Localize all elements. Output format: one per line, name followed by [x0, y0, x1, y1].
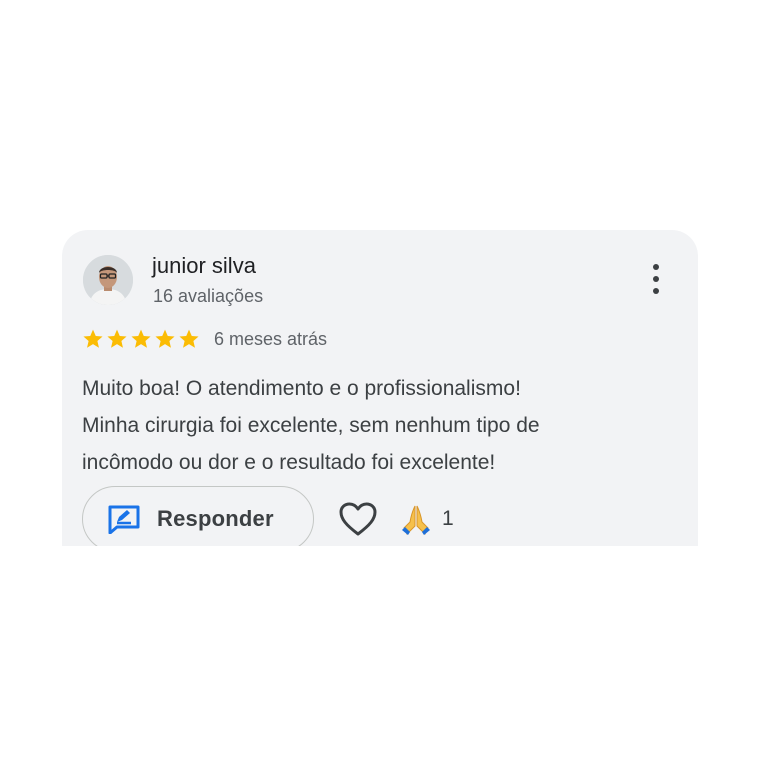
- folded-hands-icon: [402, 505, 430, 535]
- reply-icon: [108, 505, 140, 534]
- author-review-count: 16 avaliações: [153, 286, 264, 306]
- star-icon: [179, 329, 199, 348]
- reaction-button[interactable]: 1: [398, 502, 454, 536]
- star-icon: [131, 329, 151, 348]
- star-icon: [107, 329, 127, 348]
- review-time: 6 meses atrás: [214, 328, 328, 349]
- rating-row: 6 meses atrás: [82, 328, 327, 350]
- author-name[interactable]: junior silva: [152, 253, 256, 279]
- star-rating: [82, 328, 200, 350]
- more-options-button[interactable]: [646, 262, 666, 296]
- review-text-line: Minha cirurgia foi excelente, sem nenhum…: [82, 414, 540, 437]
- avatar[interactable]: [83, 255, 133, 305]
- reply-button[interactable]: Responder: [82, 486, 314, 546]
- review-card: junior silva 16 avaliações 6 meses atrás…: [62, 230, 698, 546]
- review-text-line: incômodo ou dor e o resultado foi excele…: [82, 451, 496, 474]
- user-photo-icon: [83, 255, 133, 305]
- heart-outline-icon[interactable]: [338, 501, 378, 537]
- reaction-count: 1: [442, 507, 454, 530]
- review-text-line: Muito boa! O atendimento e o profissiona…: [82, 377, 521, 400]
- more-vert-icon: [653, 264, 659, 270]
- star-icon: [155, 329, 175, 348]
- review-text: Muito boa! O atendimento e o profissiona…: [82, 370, 682, 481]
- reply-button-label: Responder: [157, 506, 274, 531]
- star-icon: [83, 329, 103, 348]
